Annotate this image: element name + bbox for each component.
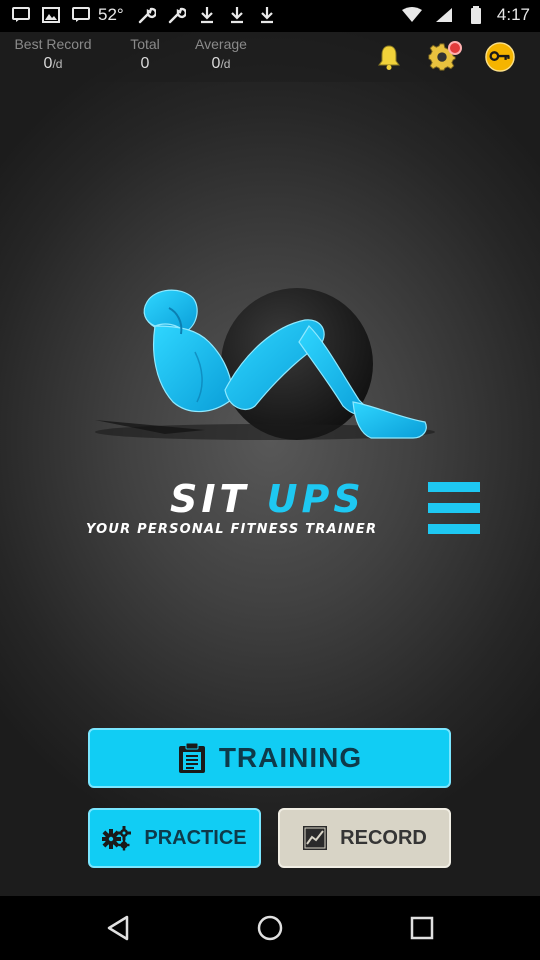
bell-icon[interactable] — [374, 42, 404, 72]
app-title-sit: SIT — [170, 477, 250, 521]
image-icon — [40, 5, 62, 25]
app-title: SIT UPS — [170, 477, 365, 521]
stat-label: Total — [130, 36, 160, 52]
menu-button[interactable] — [428, 480, 480, 536]
status-bar: 52° 4:17 — [0, 0, 540, 32]
message-icon — [10, 5, 32, 25]
practice-button[interactable]: PRACTICE — [88, 808, 261, 868]
message-icon — [70, 5, 92, 25]
stat-label: Average — [195, 36, 247, 52]
chart-icon — [303, 826, 328, 850]
wifi-icon — [401, 5, 423, 25]
key-icon[interactable] — [485, 42, 515, 72]
system-icons: 4:17 — [401, 5, 530, 25]
download-icon — [196, 5, 218, 25]
menu-icon — [428, 482, 480, 492]
stat-unit: /d — [220, 57, 231, 71]
recents-icon — [410, 916, 434, 940]
home-button[interactable] — [250, 908, 290, 948]
battery-icon — [465, 5, 487, 25]
stats-header: Best Record 0/d Total 0 Average 0/d — [0, 32, 540, 82]
record-button[interactable]: RECORD — [278, 808, 451, 868]
stat-value: 0 — [140, 55, 150, 72]
download-icon — [256, 5, 278, 25]
wrench-icon — [166, 5, 188, 25]
stat-average: Average 0/d — [188, 36, 254, 73]
clock: 4:17 — [496, 5, 530, 24]
stat-label: Best Record — [14, 36, 92, 52]
home-icon — [257, 915, 283, 941]
record-label: RECORD — [340, 826, 427, 849]
app-screen: Best Record 0/d Total 0 Average 0/d SIT … — [0, 32, 540, 896]
notification-badge — [448, 41, 462, 55]
app-title-ups: UPS — [266, 477, 365, 521]
stat-total: Total 0 — [122, 36, 168, 73]
practice-label: PRACTICE — [144, 826, 247, 849]
training-label: TRAINING — [218, 742, 363, 773]
wrench-icon — [136, 5, 158, 25]
app-subtitle: YOUR PERSONAL FITNESS TRAINER — [86, 522, 378, 537]
training-button[interactable]: TRAINING — [88, 728, 451, 788]
signal-icon — [433, 5, 455, 25]
stat-best-record: Best Record 0/d — [6, 36, 100, 73]
download-icon — [226, 5, 248, 25]
situp-figure-logo — [95, 288, 435, 440]
back-icon — [107, 915, 129, 941]
clipboard-icon — [178, 742, 205, 773]
navigation-bar — [0, 896, 540, 960]
stat-unit: /d — [52, 57, 63, 71]
back-button[interactable] — [98, 908, 138, 948]
temperature: 52° — [98, 5, 124, 24]
notification-icons: 52° — [10, 5, 278, 25]
recents-button[interactable] — [402, 908, 442, 948]
gears-icon — [102, 826, 132, 851]
